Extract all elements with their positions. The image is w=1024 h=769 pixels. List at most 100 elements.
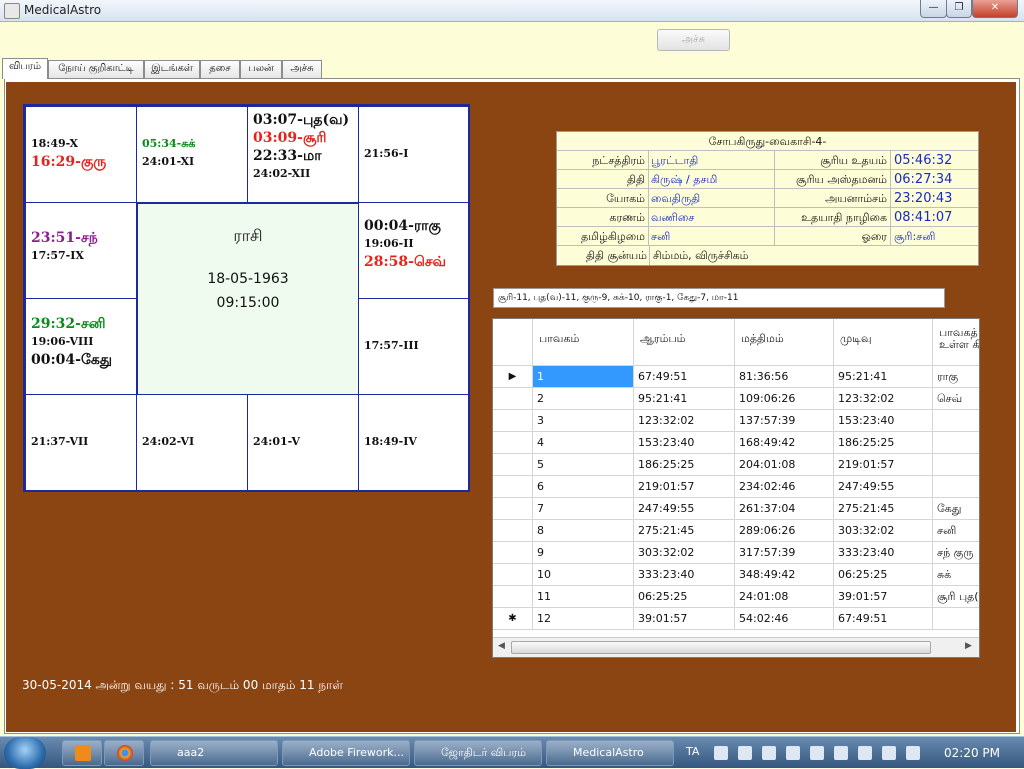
- table-cell[interactable]: 06:25:25: [834, 564, 933, 586]
- table-cell[interactable]: 39:01:57: [834, 586, 933, 608]
- table-cell[interactable]: 123:32:02: [634, 410, 735, 432]
- table-row[interactable]: ✱ 12 39:01:57 54:02:46 67:49:51: [493, 608, 979, 630]
- row-selector[interactable]: [493, 388, 533, 410]
- table-cell[interactable]: 333:23:40: [834, 542, 933, 564]
- row-selector[interactable]: [493, 454, 533, 476]
- table-cell[interactable]: 186:25:25: [634, 454, 735, 476]
- bluetooth-icon[interactable]: [786, 746, 800, 760]
- table-cell[interactable]: 4: [533, 432, 634, 454]
- network-icon[interactable]: [738, 746, 752, 760]
- table-row[interactable]: 2 95:21:41 109:06:26 123:32:02 செவ்: [493, 388, 979, 410]
- scroll-right-icon[interactable]: ▶: [965, 641, 972, 651]
- vlc-icon[interactable]: [62, 740, 102, 766]
- table-cell[interactable]: 95:21:41: [634, 388, 735, 410]
- table-row[interactable]: 7 247:49:55 261:37:04 275:21:45 கேது: [493, 498, 979, 520]
- table-cell[interactable]: 275:21:45: [634, 520, 735, 542]
- chrome-icon[interactable]: [104, 740, 144, 766]
- row-selector[interactable]: [493, 498, 533, 520]
- table-row[interactable]: 3 123:32:02 137:57:39 153:23:40: [493, 410, 979, 432]
- table-cell[interactable]: [933, 432, 979, 454]
- row-selector[interactable]: [493, 410, 533, 432]
- table-cell[interactable]: 12: [533, 608, 634, 630]
- table-cell[interactable]: 317:57:39: [735, 542, 834, 564]
- tools-icon[interactable]: [762, 746, 776, 760]
- table-cell[interactable]: [933, 454, 979, 476]
- table-row[interactable]: ▶ 1 67:49:51 81:36:56 95:21:41 ராகு: [493, 366, 979, 388]
- table-cell[interactable]: 67:49:51: [834, 608, 933, 630]
- row-selector[interactable]: [493, 542, 533, 564]
- table-cell[interactable]: 261:37:04: [735, 498, 834, 520]
- table-cell[interactable]: 54:02:46: [735, 608, 834, 630]
- flag-icon[interactable]: [906, 746, 920, 760]
- table-cell[interactable]: 11: [533, 586, 634, 608]
- table-cell[interactable]: 81:36:56: [735, 366, 834, 388]
- language-indicator[interactable]: TA: [686, 745, 699, 758]
- table-cell[interactable]: 9: [533, 542, 634, 564]
- row-selector[interactable]: ✱: [493, 608, 533, 630]
- table-cell[interactable]: 137:57:39: [735, 410, 834, 432]
- col-header[interactable]: மத்திமம்: [735, 319, 834, 366]
- table-cell[interactable]: 333:23:40: [634, 564, 735, 586]
- tab-places[interactable]: இடங்கள்: [144, 60, 200, 78]
- table-cell[interactable]: 219:01:57: [834, 454, 933, 476]
- taskbar-item[interactable]: aaa2: [150, 740, 278, 766]
- bhava-grid[interactable]: பாவகம் ஆரம்பம் மத்திமம் முடிவு பாவகத் உள…: [492, 318, 980, 658]
- table-cell[interactable]: 303:32:02: [634, 542, 735, 564]
- taskbar-item[interactable]: Adobe Firework...: [282, 740, 410, 766]
- table-cell[interactable]: சந் குரு: [933, 542, 979, 564]
- table-cell[interactable]: 7: [533, 498, 634, 520]
- table-cell[interactable]: 153:23:40: [834, 410, 933, 432]
- table-row[interactable]: 9 303:32:02 317:57:39 333:23:40 சந் குரு: [493, 542, 979, 564]
- row-selector[interactable]: [493, 586, 533, 608]
- table-cell[interactable]: 303:32:02: [834, 520, 933, 542]
- help-icon[interactable]: [714, 746, 728, 760]
- horizontal-scrollbar[interactable]: ◀ ▶: [493, 637, 979, 657]
- table-cell[interactable]: [933, 476, 979, 498]
- table-cell[interactable]: 186:25:25: [834, 432, 933, 454]
- tab-dasa[interactable]: தசை: [200, 60, 240, 78]
- table-cell[interactable]: 39:01:57: [634, 608, 735, 630]
- table-cell[interactable]: 3: [533, 410, 634, 432]
- table-row[interactable]: 5 186:25:25 204:01:08 219:01:57: [493, 454, 979, 476]
- taskbar-item[interactable]: ஜோதிடர் விபரம்: [414, 740, 542, 766]
- taskbar-item[interactable]: MedicalAstro: [546, 740, 674, 766]
- sync-icon[interactable]: [834, 746, 848, 760]
- table-cell[interactable]: கேது: [933, 498, 979, 520]
- tab-details[interactable]: விபரம்: [2, 58, 48, 79]
- table-cell[interactable]: 95:21:41: [834, 366, 933, 388]
- table-row[interactable]: 6 219:01:57 234:02:46 247:49:55: [493, 476, 979, 498]
- col-header[interactable]: பாவகம்: [533, 319, 634, 366]
- tab-disease-indicator[interactable]: நோய் குறிகாட்டி: [48, 60, 144, 78]
- table-cell[interactable]: 5: [533, 454, 634, 476]
- scroll-left-icon[interactable]: ◀: [498, 641, 505, 651]
- table-cell[interactable]: 153:23:40: [634, 432, 735, 454]
- close-button[interactable]: ✕: [972, 0, 1018, 18]
- minimize-button[interactable]: —: [920, 0, 947, 18]
- table-cell[interactable]: 348:49:42: [735, 564, 834, 586]
- tab-results[interactable]: பலன்: [240, 60, 282, 78]
- table-cell[interactable]: 8: [533, 520, 634, 542]
- table-row[interactable]: 4 153:23:40 168:49:42 186:25:25: [493, 432, 979, 454]
- table-cell[interactable]: 247:49:55: [634, 498, 735, 520]
- table-cell[interactable]: [933, 410, 979, 432]
- antivirus-icon[interactable]: [810, 746, 824, 760]
- table-cell[interactable]: 24:01:08: [735, 586, 834, 608]
- table-row[interactable]: 1106:25:2524:01:0839:01:57சூரி புத(வ: [493, 586, 979, 608]
- table-cell[interactable]: 1: [533, 366, 634, 388]
- table-cell[interactable]: சூரி புத(வ: [933, 586, 979, 608]
- col-header[interactable]: முடிவு: [834, 319, 933, 366]
- table-cell[interactable]: 219:01:57: [634, 476, 735, 498]
- row-selector[interactable]: ▶: [493, 366, 533, 388]
- network-error-icon[interactable]: [882, 746, 896, 760]
- print-button[interactable]: அச்சு: [657, 29, 730, 51]
- table-cell[interactable]: 289:06:26: [735, 520, 834, 542]
- table-row[interactable]: 10 333:23:40 348:49:42 06:25:25 சுக்: [493, 564, 979, 586]
- row-selector[interactable]: [493, 564, 533, 586]
- scroll-thumb[interactable]: [511, 641, 931, 654]
- table-cell[interactable]: 247:49:55: [834, 476, 933, 498]
- row-selector[interactable]: [493, 432, 533, 454]
- table-cell[interactable]: 109:06:26: [735, 388, 834, 410]
- table-cell[interactable]: 67:49:51: [634, 366, 735, 388]
- table-cell[interactable]: 06:25:25: [634, 586, 735, 608]
- table-cell[interactable]: செவ்: [933, 388, 979, 410]
